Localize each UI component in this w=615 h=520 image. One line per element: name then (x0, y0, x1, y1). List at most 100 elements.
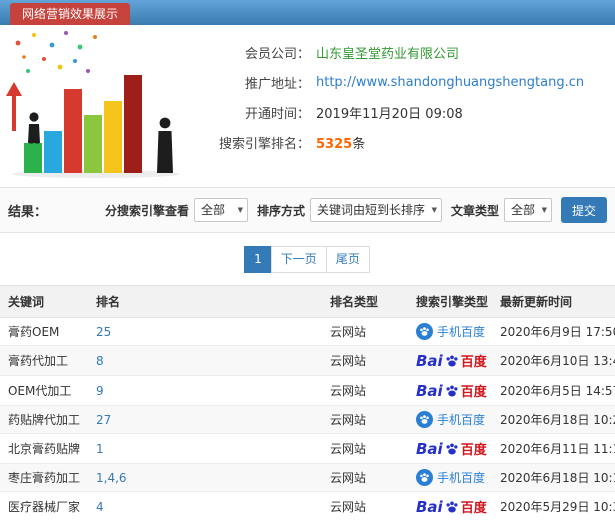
businessman-right (157, 117, 173, 173)
bar-chart-illustration (6, 31, 180, 178)
results-table: 关键词 排名 排名类型 搜索引擎类型 最新更新时间 膏药OEM 25 云网站 手机百度… (0, 285, 615, 520)
last-page-button[interactable]: 尾页 (325, 246, 370, 273)
rank-link[interactable]: 27 (96, 413, 111, 427)
rank-count-unit: 条 (352, 136, 366, 152)
table-row: 膏药代加工 8 云网站 Bai百度 2020年6月10日 13:40 (0, 345, 615, 376)
rank-cell: 25 (88, 317, 322, 346)
header-engine-type: 搜索引擎类型 (408, 285, 496, 318)
rank-type-cell: 云网站 (322, 405, 408, 434)
rank-link[interactable]: 9 (96, 384, 104, 398)
info-row-open-time: 开通时间： 2019年11月20日 09:08 (192, 97, 615, 127)
next-page-button[interactable]: 下一页 (270, 246, 327, 273)
mobile-baidu-icon: 手机百度 (416, 323, 485, 340)
rank-cell: 4 (88, 491, 322, 520)
topbar: 网络营销效果展示 (0, 0, 615, 25)
keyword-cell: 膏药OEM (0, 317, 88, 346)
header-keyword: 关键词 (0, 285, 88, 318)
rank-link[interactable]: 1 (96, 442, 104, 456)
paw-icon (420, 473, 429, 482)
rank-cell: 1 (88, 433, 322, 464)
sort-filter-select[interactable]: 关键词由短到长排序 ▼ (309, 198, 442, 222)
page-title: 网络营销效果展示 (22, 7, 119, 21)
sort-filter-value: 关键词由短到长排序 (316, 203, 425, 217)
info-row-url: 推广地址： http://www.shandonghuangshengtang.… (192, 67, 615, 97)
keyword-cell: OEM代加工 (0, 375, 88, 406)
updated-cell: 2020年6月18日 10:19 (496, 463, 615, 492)
engine-cell: Bai 百度 (408, 345, 496, 376)
promotion-url-label: 推广地址： (244, 76, 310, 92)
table-row: 膏药OEM 25 云网站 手机百度 2020年6月9日 17:50 (0, 317, 615, 346)
results-table-body: 膏药OEM 25 云网站 手机百度 2020年6月9日 17:50 膏药代加工 8 云网站 Ba… (0, 317, 615, 520)
open-time-value: 2019年11月20日 09:08 (316, 106, 463, 122)
rank-cell: 1,4,6 (88, 463, 322, 492)
engine-filter-value: 全部 (200, 203, 225, 217)
baidu-logo-icon: Bai 百度 (416, 351, 487, 371)
chevron-down-icon: ▼ (237, 206, 243, 214)
table-row: 枣庄膏药加工 1,4,6 云网站 手机百度 2020年6月18日 10:19 (0, 463, 615, 492)
mobile-baidu-label: 手机百度 (437, 413, 486, 427)
rank-link[interactable]: 4 (96, 500, 104, 514)
page-button-current[interactable]: 1 (244, 246, 272, 273)
mobile-baidu-icon: 手机百度 (416, 469, 485, 486)
rank-link[interactable]: 25 (96, 325, 111, 339)
rank-link[interactable]: 8 (96, 354, 104, 368)
rank-link[interactable]: 1,4,6 (96, 471, 127, 485)
keyword-cell: 医疗器械厂家 (0, 491, 88, 520)
engine-cell: Bai 百度 (408, 491, 496, 520)
article-type-filter-select[interactable]: 全部 ▼ (503, 198, 552, 222)
updated-cell: 2020年6月5日 14:57 (496, 375, 615, 406)
paw-icon (446, 355, 458, 367)
mobile-baidu-icon: 手机百度 (416, 411, 485, 428)
article-type-filter-label: 文章类型 (450, 203, 499, 218)
paw-icon (446, 385, 458, 397)
engine-cell: Bai 百度 (408, 375, 496, 406)
keyword-cell: 北京膏药贴牌 (0, 433, 88, 464)
keyword-cell: 膏药代加工 (0, 345, 88, 376)
rank-cell: 9 (88, 375, 322, 406)
article-type-filter-value: 全部 (510, 203, 535, 217)
pagination: 1 下一页 尾页 (0, 233, 615, 285)
engine-cell: 手机百度 (408, 405, 496, 434)
table-row: 药贴牌代加工 27 云网站 手机百度 2020年6月18日 10:25 (0, 405, 615, 434)
mobile-baidu-label: 手机百度 (437, 471, 486, 485)
chart-bars (24, 75, 142, 173)
baidu-logo-icon: Bai 百度 (416, 381, 487, 401)
engine-cell: Bai 百度 (408, 433, 496, 464)
rank-type-cell: 云网站 (322, 345, 408, 376)
submit-button[interactable]: 提交 (560, 197, 607, 223)
keyword-cell: 药贴牌代加工 (0, 405, 88, 434)
company-info-section: 会员公司： 山东皇圣堂药业有限公司 推广地址： http://www.shand… (0, 25, 615, 187)
company-link[interactable]: 山东皇圣堂药业有限公司 (316, 43, 459, 62)
chevron-down-icon: ▼ (431, 206, 437, 214)
rank-type-cell: 云网站 (322, 433, 408, 464)
rank-count-value: 5325 (316, 136, 353, 152)
info-row-rank-count: 搜索引擎排名： 5325条 (192, 127, 615, 157)
sort-filter-label: 排序方式 (256, 203, 305, 218)
table-row: 医疗器械厂家 4 云网站 Bai百度 2020年5月29日 10:32 (0, 491, 615, 520)
keyword-cell: 枣庄膏药加工 (0, 463, 88, 492)
engine-filter-label: 分搜索引擎查看 (104, 203, 189, 218)
header-updated: 最新更新时间 (496, 285, 615, 318)
updated-cell: 2020年5月29日 10:32 (496, 491, 615, 520)
promotion-url-link[interactable]: http://www.shandonghuangshengtang.cn (316, 75, 584, 90)
rank-type-cell: 云网站 (322, 317, 408, 346)
businessman-left (28, 112, 40, 144)
paw-icon (446, 501, 458, 513)
baidu-logo-icon: Bai 百度 (416, 497, 487, 517)
marketing-illustration (0, 25, 192, 181)
updated-cell: 2020年6月11日 11:18 (496, 433, 615, 464)
engine-filter-select[interactable]: 全部 ▼ (193, 198, 248, 222)
updated-cell: 2020年6月10日 13:40 (496, 345, 615, 376)
mobile-baidu-label: 手机百度 (437, 325, 486, 339)
chevron-down-icon: ▼ (541, 206, 547, 214)
baidu-logo-icon: Bai 百度 (416, 439, 487, 459)
rank-type-cell: 云网站 (322, 491, 408, 520)
rank-type-cell: 云网站 (322, 375, 408, 406)
open-time-label: 开通时间： (244, 106, 310, 122)
table-row: 北京膏药贴牌 1 云网站 Bai百度 2020年6月11日 11:18 (0, 433, 615, 464)
paw-icon (420, 327, 429, 336)
table-header-row: 关键词 排名 排名类型 搜索引擎类型 最新更新时间 (0, 285, 615, 318)
marketing-report-page: 网络营销效果展示 会员公司： 山东皇圣堂药业有限公司 推广地址： http://… (0, 0, 615, 520)
table-row: OEM代加工 9 云网站 Bai 百度 2020年6月5日 14:57 (0, 375, 615, 406)
rank-type-cell: 云网站 (322, 463, 408, 492)
